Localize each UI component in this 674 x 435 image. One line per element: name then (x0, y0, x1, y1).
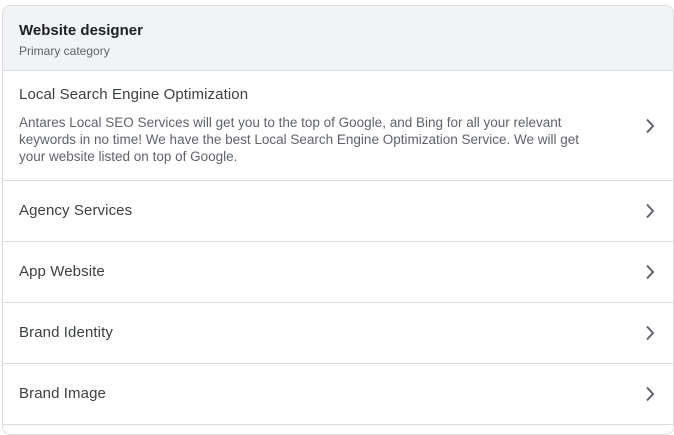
chevron-right-icon (645, 325, 655, 341)
service-description: Antares Local SEO Services will get you … (19, 115, 580, 164)
category-subtitle: Primary category (19, 44, 110, 58)
service-row-brand-identity[interactable]: Brand Identity (3, 303, 673, 364)
category-title: Website designer (19, 22, 143, 39)
service-row-brand-image[interactable]: Brand Image (3, 364, 673, 425)
service-row-local-seo[interactable]: Local Search Engine Optimization Antares… (3, 71, 673, 181)
service-title: Brand Identity (19, 324, 113, 341)
category-services-card: Website designer Primary category Local … (2, 5, 674, 435)
service-row-agency-services[interactable]: Agency Services (3, 181, 673, 242)
chevron-right-icon (645, 203, 655, 219)
service-title: Local Search Engine Optimization (19, 86, 249, 103)
service-title: Brand Image (19, 385, 106, 402)
service-title: App Website (19, 263, 105, 280)
service-title: Agency Services (19, 202, 133, 219)
category-header: Website designer Primary category (3, 6, 673, 71)
chevron-right-icon (645, 264, 655, 280)
chevron-right-icon (645, 386, 655, 402)
service-row-app-website[interactable]: App Website (3, 242, 673, 303)
chevron-right-icon (645, 118, 655, 134)
